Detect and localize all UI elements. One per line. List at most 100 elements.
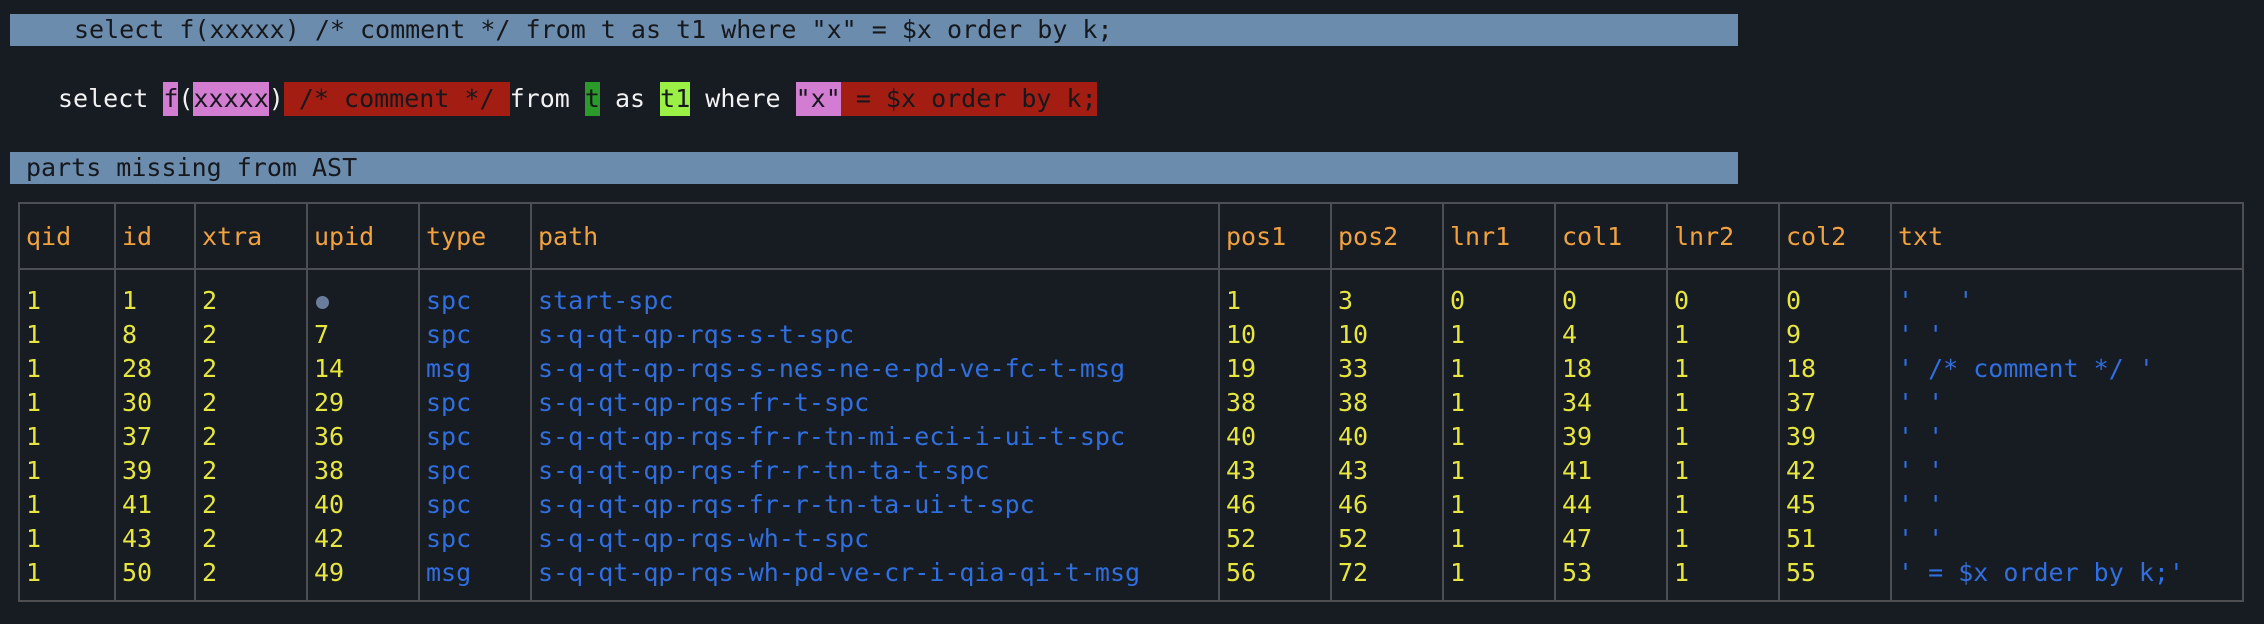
cell-path: s-q-qt-qp-rqs-fr-t-spc — [530, 386, 1220, 420]
cell-col2: 45 — [1778, 488, 1892, 522]
query-segment-plain: where — [690, 84, 796, 113]
cell-lnr2: 1 — [1666, 420, 1780, 454]
cell-txt: ' = $x order by k;' — [1890, 556, 2244, 601]
table-row[interactable]: 1 30 2 29 spc s-q-qt-qp-rqs-fr-t-spc 38 38 1 34 1 3… — [18, 386, 2244, 420]
cell-qid: 1 — [18, 556, 116, 601]
column-header-txt[interactable]: txt — [1890, 203, 2244, 270]
cell-upid — [306, 269, 420, 318]
cell-upid: 40 — [306, 488, 420, 522]
column-header-type[interactable]: type — [418, 203, 532, 270]
cell-lnr1: 1 — [1442, 420, 1556, 454]
cell-qid: 1 — [18, 352, 116, 386]
cell-xtra: 2 — [194, 488, 308, 522]
cell-col1: 0 — [1554, 269, 1668, 318]
cell-type: spc — [418, 454, 532, 488]
ast-table: qid id xtra upid type path pos1 pos2 lnr1 col1 lnr… — [18, 202, 2244, 602]
cell-pos1: 56 — [1218, 556, 1332, 601]
column-header-col2[interactable]: col2 — [1778, 203, 1892, 270]
cell-col2: 55 — [1778, 556, 1892, 601]
cell-id: 1 — [114, 269, 196, 318]
cell-col2: 42 — [1778, 454, 1892, 488]
cell-path: s-q-qt-qp-rqs-s-t-spc — [530, 318, 1220, 352]
cell-xtra: 2 — [194, 556, 308, 601]
column-header-pos1[interactable]: pos1 — [1218, 203, 1332, 270]
null-dot-icon — [316, 295, 329, 309]
cell-type: msg — [418, 556, 532, 601]
cell-lnr2: 1 — [1666, 386, 1780, 420]
query-segment-plain: select — [58, 84, 164, 113]
cell-id: 39 — [114, 454, 196, 488]
query-segment-lime: t1 — [660, 82, 691, 116]
cell-lnr2: 1 — [1666, 488, 1780, 522]
column-header-lnr2[interactable]: lnr2 — [1666, 203, 1780, 270]
cell-id: 30 — [114, 386, 196, 420]
cell-pos2: 10 — [1330, 318, 1444, 352]
cell-xtra: 2 — [194, 318, 308, 352]
cell-type: spc — [418, 269, 532, 318]
cell-xtra: 2 — [194, 386, 308, 420]
cell-lnr2: 1 — [1666, 556, 1780, 601]
cell-qid: 1 — [18, 522, 116, 556]
query-banner: select f(xxxxx) /* comment */ from t as … — [10, 14, 1738, 46]
cell-col2: 37 — [1778, 386, 1892, 420]
cell-upid: 38 — [306, 454, 420, 488]
query-segment-red: = $x order by k; — [840, 82, 1097, 116]
cell-path: start-spc — [530, 269, 1220, 318]
column-header-col1[interactable]: col1 — [1554, 203, 1668, 270]
cell-type: spc — [418, 318, 532, 352]
cell-upid: 36 — [306, 420, 420, 454]
column-header-upid[interactable]: upid — [306, 203, 420, 270]
cell-id: 37 — [114, 420, 196, 454]
cell-path: s-q-qt-qp-rqs-s-nes-ne-e-pd-ve-fc-t-msg — [530, 352, 1220, 386]
table-row[interactable]: 1 39 2 38 spc s-q-qt-qp-rqs-fr-r-tn-ta-t-spc 4… — [18, 454, 2244, 488]
cell-col2: 0 — [1778, 269, 1892, 318]
column-header-id[interactable]: id — [114, 203, 196, 270]
column-header-lnr1[interactable]: lnr1 — [1442, 203, 1556, 270]
column-header-qid[interactable]: qid — [18, 203, 116, 270]
cell-lnr1: 0 — [1442, 269, 1556, 318]
cell-lnr2: 1 — [1666, 454, 1780, 488]
query-segment-pink: f — [163, 82, 179, 116]
column-header-pos2[interactable]: pos2 — [1330, 203, 1444, 270]
cell-col2: 51 — [1778, 522, 1892, 556]
query-segment-pink: "x" — [795, 82, 841, 116]
cell-xtra: 2 — [194, 454, 308, 488]
cell-upid: 29 — [306, 386, 420, 420]
cell-col1: 18 — [1554, 352, 1668, 386]
cell-path: s-q-qt-qp-rqs-wh-pd-ve-cr-i-qia-qi-t-msg — [530, 556, 1220, 601]
column-header-xtra[interactable]: xtra — [194, 203, 308, 270]
table-row[interactable]: 1 50 2 49 msg s-q-qt-qp-rqs-wh-pd-ve-cr-i-qia… — [18, 556, 2244, 601]
column-header-path[interactable]: path — [530, 203, 1220, 270]
cell-txt: ' /* comment */ ' — [1890, 352, 2244, 386]
table-row[interactable]: 1 43 2 42 spc s-q-qt-qp-rqs-wh-t-spc 52 52 1 47 1 5… — [18, 522, 2244, 556]
query-segment-plain: ) — [268, 84, 284, 113]
cell-id: 50 — [114, 556, 196, 601]
cell-col1: 53 — [1554, 556, 1668, 601]
cell-col1: 44 — [1554, 488, 1668, 522]
cell-col1: 47 — [1554, 522, 1668, 556]
table-row[interactable]: 1 1 2 spc start-spc 1 3 0 0 0 0 ' ' — [18, 269, 2244, 318]
cell-col1: 4 — [1554, 318, 1668, 352]
table-row[interactable]: 1 41 2 40 spc s-q-qt-qp-rqs-fr-r-tn-ta-ui-t-s… — [18, 488, 2244, 522]
cell-type: spc — [418, 522, 532, 556]
cell-pos1: 38 — [1218, 386, 1332, 420]
cell-path: s-q-qt-qp-rqs-fr-r-tn-mi-eci-i-ui-t-spc — [530, 420, 1220, 454]
table-row[interactable]: 1 37 2 36 spc s-q-qt-qp-rqs-fr-r-tn-mi-eci-i-… — [18, 420, 2244, 454]
cell-pos2: 46 — [1330, 488, 1444, 522]
cell-lnr2: 1 — [1666, 352, 1780, 386]
query-segment-plain: from — [509, 84, 585, 113]
cell-type: spc — [418, 488, 532, 522]
cell-upid: 42 — [306, 522, 420, 556]
cell-upid: 49 — [306, 556, 420, 601]
cell-qid: 1 — [18, 488, 116, 522]
table-row[interactable]: 1 28 2 14 msg s-q-qt-qp-rqs-s-nes-ne-e-pd-ve-… — [18, 352, 2244, 386]
cell-col2: 9 — [1778, 318, 1892, 352]
cell-type: spc — [418, 420, 532, 454]
query-segment-green: t — [584, 82, 600, 116]
cell-lnr2: 1 — [1666, 522, 1780, 556]
cell-qid: 1 — [18, 386, 116, 420]
cell-txt: ' ' — [1890, 386, 2244, 420]
cell-qid: 1 — [18, 420, 116, 454]
table-row[interactable]: 1 8 2 7 spc s-q-qt-qp-rqs-s-t-spc 10 10 1 4 1 9 ' ' — [18, 318, 2244, 352]
query-segment-plain: ( — [178, 84, 194, 113]
